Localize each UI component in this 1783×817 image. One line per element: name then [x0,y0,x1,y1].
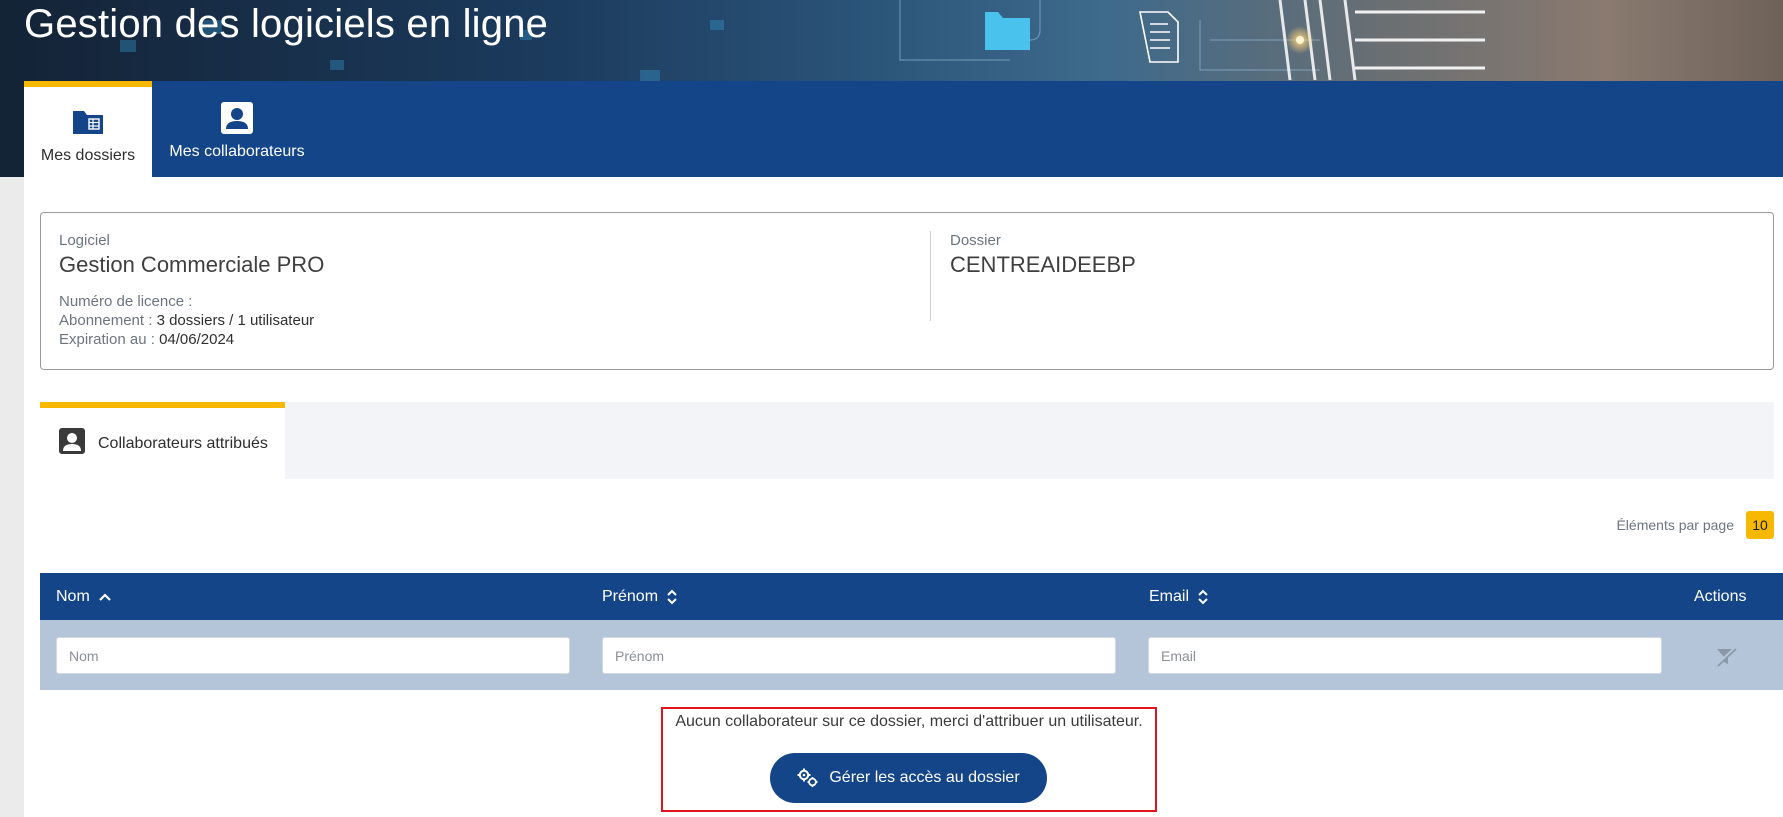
sort-ascending-icon [98,592,112,602]
filter-prenom-input[interactable] [602,637,1116,674]
subtab-label: Collaborateurs attribués [98,434,268,452]
subscription-value: 3 dossiers / 1 utilisateur [156,312,315,329]
column-header-label: Actions [1694,587,1747,605]
tab-mes-dossiers[interactable]: Mes dossiers [24,81,152,177]
subscription: Abonnement : 3 dossiers / 1 utilisateur [59,311,324,330]
filter-nom-input[interactable] [56,637,570,674]
filter-row [40,620,1783,690]
software-name: Gestion Commerciale PRO [59,252,325,277]
column-header-prenom[interactable]: Prénom [602,573,678,620]
clear-filter-icon[interactable] [1715,646,1737,668]
expiration-label: Expiration au : [59,331,155,348]
items-per-page-label: Éléments par page [1616,517,1734,533]
manage-access-label: Gérer les accès au dossier [829,769,1020,786]
column-header-nom[interactable]: Nom [56,573,112,620]
folder-column: Dossier CENTREAIDEEBP [950,231,1136,292]
subtabs-bar: Collaborateurs attribués [40,402,1774,479]
column-header-label: Nom [56,587,90,605]
tab-mes-collaborateurs[interactable]: Mes collaborateurs [152,81,322,177]
app-title: Gestion des logiciels en ligne [24,2,549,46]
expiration: Expiration au : 04/06/2024 [59,330,324,349]
gears-icon [797,768,819,788]
left-gutter [0,177,24,817]
license-info-card: Logiciel Gestion Commerciale PRO Numéro … [40,212,1774,370]
column-divider [930,231,931,321]
folder-icon [71,105,105,139]
software-label: Logiciel [59,232,110,249]
manage-access-button[interactable]: Gérer les accès au dossier [770,753,1047,803]
filter-email-input[interactable] [1148,637,1662,674]
column-header-label: Prénom [602,587,659,605]
main-nav-bar [152,81,1783,177]
items-per-page: Éléments par page 10 [1616,511,1774,539]
subscription-label: Abonnement : [59,312,153,329]
column-header-actions: Actions [1694,573,1746,620]
person-icon [58,427,86,460]
items-per-page-select[interactable]: 10 [1746,511,1774,539]
sort-unsorted-icon [666,588,678,606]
tab-label: Mes dossiers [40,147,136,164]
expiration-value: 04/06/2024 [159,331,235,348]
sort-unsorted-icon [1197,588,1209,606]
software-column: Logiciel Gestion Commerciale PRO Numéro … [59,231,324,349]
person-icon [220,101,254,135]
empty-message: Aucun collaborateur sur ce dossier, merc… [675,713,1143,730]
tab-collaborateurs-attribues[interactable]: Collaborateurs attribués [40,402,285,479]
table-header: Nom Prénom Email Actions [40,573,1783,620]
column-header-label: Email [1149,587,1190,605]
tab-label: Mes collaborateurs [169,143,305,160]
license-number: Numéro de licence : [59,292,324,311]
column-header-email[interactable]: Email [1149,573,1209,620]
folder-name: CENTREAIDEEBP [950,252,1136,277]
license-label: Numéro de licence : [59,293,193,310]
page: Gestion des logiciels en ligne Mes dossi… [0,0,1783,817]
folder-label: Dossier [950,232,1001,249]
